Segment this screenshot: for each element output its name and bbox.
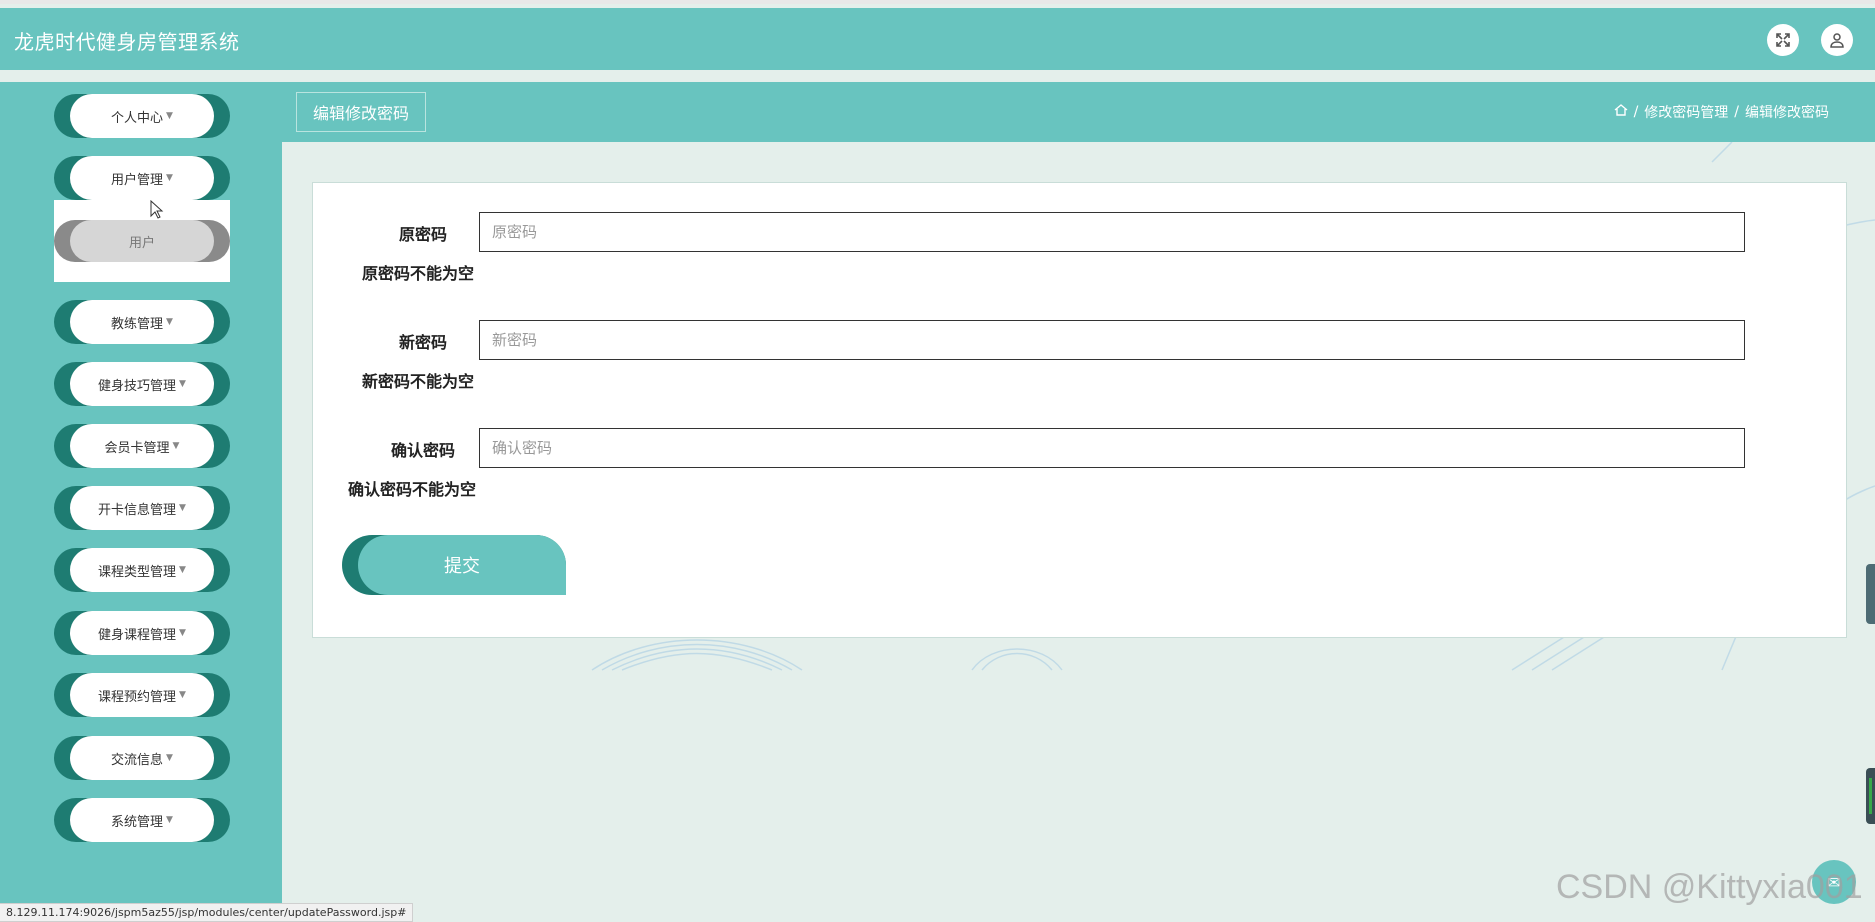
breadcrumb-item-edit-password: 编辑修改密码 — [1745, 105, 1829, 121]
sidebar-item-label: 课程预约管理 — [98, 689, 177, 705]
sidebar-item-fitness-tips[interactable]: 健身技巧管理 ▼ — [54, 362, 230, 406]
sidebar-subitem-label: 用户 — [128, 235, 155, 251]
caret-down-icon: ▼ — [166, 173, 173, 183]
caret-down-icon: ▼ — [179, 379, 186, 389]
sidebar-item-label: 用户管理 — [111, 172, 164, 188]
confirm-password-input[interactable] — [479, 428, 1745, 468]
sidebar-item-membership-card[interactable]: 会员卡管理 ▼ — [54, 424, 230, 468]
mouse-cursor-icon — [150, 199, 164, 224]
sidebar-item-fitness-course[interactable]: 健身课程管理 ▼ — [54, 611, 230, 655]
sidebar-item-label: 健身技巧管理 — [98, 378, 177, 394]
breadcrumb-separator: / — [1734, 104, 1739, 120]
old-password-error: 原密码不能为空 — [361, 264, 474, 283]
page: 龙虎时代健身房管理系统 个人中心 ▼ 用户管理 ▼ 教练管理 ▼ 健身技巧管理 ▼ 会员… — [0, 0, 1875, 922]
caret-down-icon: ▼ — [166, 753, 173, 763]
sidebar-item-label: 教练管理 — [111, 316, 164, 332]
sidebar-item-course-booking[interactable]: 课程预约管理 ▼ — [54, 673, 230, 717]
sidebar-item-label: 健身课程管理 — [98, 627, 177, 643]
change-password-form: 原密码 原密码不能为空 新密码 新密码不能为空 确认密码 确认密码不能为空 提交 — [312, 182, 1847, 638]
fullscreen-icon[interactable] — [1767, 24, 1799, 56]
caret-down-icon: ▼ — [179, 503, 186, 513]
sidebar-submenu-user-management: 用户 — [54, 200, 230, 282]
submit-button-label: 提交 — [358, 535, 566, 595]
sidebar-item-card-opening[interactable]: 开卡信息管理 ▼ — [54, 486, 230, 530]
sidebar-item-label: 会员卡管理 — [104, 440, 170, 456]
sidebar-item-communication[interactable]: 交流信息 ▼ — [54, 736, 230, 780]
content-header: 编辑修改密码 / 修改密码管理 / 编辑修改密码 — [282, 82, 1875, 142]
sidebar-item-label: 系统管理 — [111, 814, 164, 830]
sidebar-item-personal-center[interactable]: 个人中心 ▼ — [54, 94, 230, 138]
caret-down-icon: ▼ — [172, 441, 180, 451]
new-password-input[interactable] — [479, 320, 1745, 360]
caret-down-icon: ▼ — [179, 628, 186, 638]
watermark: CSDN @Kittyxia001 — [1556, 868, 1863, 906]
caret-down-icon: ▼ — [166, 815, 173, 825]
sidebar-item-system-management[interactable]: 系统管理 ▼ — [54, 798, 230, 842]
status-bar-url: 8.129.11.174:9026/jspm5az55/jsp/modules/… — [0, 903, 414, 922]
old-password-input[interactable] — [479, 212, 1745, 252]
sidebar-item-label: 开卡信息管理 — [98, 502, 177, 518]
caret-down-icon: ▼ — [179, 690, 186, 700]
tab-edit-password[interactable]: 编辑修改密码 — [296, 92, 426, 132]
new-password-error: 新密码不能为空 — [361, 372, 474, 391]
sidebar-item-course-type[interactable]: 课程类型管理 ▼ — [54, 548, 230, 592]
confirm-password-error: 确认密码不能为空 — [347, 480, 476, 499]
home-icon[interactable] — [1614, 103, 1628, 121]
side-scroll-handle[interactable] — [1866, 564, 1875, 624]
user-icon[interactable] — [1821, 24, 1853, 56]
breadcrumb: / 修改密码管理 / 编辑修改密码 — [1614, 102, 1829, 122]
side-scroll-handle[interactable] — [1866, 768, 1875, 824]
sidebar-item-label: 个人中心 — [111, 110, 164, 126]
breadcrumb-separator: / — [1633, 104, 1639, 120]
caret-down-icon: ▼ — [179, 565, 186, 575]
submit-button[interactable]: 提交 — [342, 535, 566, 595]
sidebar-item-label: 交流信息 — [111, 752, 164, 768]
app-title: 龙虎时代健身房管理系统 — [14, 30, 240, 54]
top-bar: 龙虎时代健身房管理系统 — [0, 8, 1875, 70]
sidebar-item-user-management[interactable]: 用户管理 ▼ — [54, 156, 230, 200]
sidebar-item-coach-management[interactable]: 教练管理 ▼ — [54, 300, 230, 344]
breadcrumb-item-password-management[interactable]: 修改密码管理 — [1644, 102, 1728, 122]
sidebar-item-label: 课程类型管理 — [98, 564, 177, 580]
caret-down-icon: ▼ — [166, 111, 173, 121]
caret-down-icon: ▼ — [166, 317, 173, 327]
sidebar-subitem-user[interactable]: 用户 — [54, 220, 230, 262]
